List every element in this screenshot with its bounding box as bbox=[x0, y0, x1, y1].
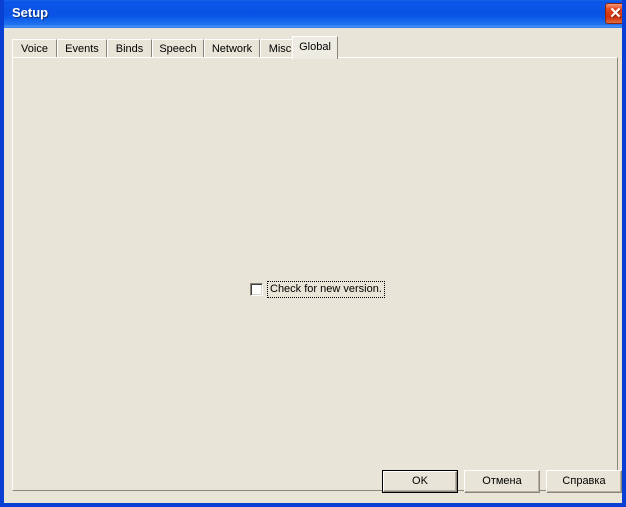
setup-dialog-window: Setup ✕ Voice Events Binds Speech Networ… bbox=[0, 0, 626, 507]
ok-button-label: OK bbox=[383, 471, 457, 492]
tab-binds[interactable]: Binds bbox=[107, 39, 152, 58]
client-area: Voice Events Binds Speech Network Misc G… bbox=[4, 28, 622, 503]
tab-voice[interactable]: Voice bbox=[12, 39, 57, 58]
check-for-new-version-label[interactable]: Check for new version. bbox=[267, 280, 385, 298]
tab-network[interactable]: Network bbox=[204, 39, 260, 58]
tab-speech[interactable]: Speech bbox=[152, 39, 204, 58]
close-button[interactable]: ✕ bbox=[605, 3, 622, 24]
tab-events[interactable]: Events bbox=[57, 39, 107, 58]
check-for-new-version-checkbox[interactable] bbox=[250, 282, 263, 296]
check-for-new-version-row[interactable]: Check for new version. bbox=[250, 280, 385, 298]
tab-strip: Voice Events Binds Speech Network Misc G… bbox=[12, 36, 618, 59]
close-icon: ✕ bbox=[609, 5, 622, 22]
ok-button[interactable]: OK bbox=[382, 470, 458, 493]
tab-page-global: Check for new version. bbox=[12, 57, 618, 491]
cancel-button[interactable]: Отмена bbox=[464, 470, 540, 493]
help-button[interactable]: Справка bbox=[546, 470, 622, 493]
tab-global[interactable]: Global bbox=[292, 36, 338, 59]
title-bar[interactable]: Setup ✕ bbox=[4, 0, 622, 28]
window-title: Setup bbox=[12, 5, 49, 20]
